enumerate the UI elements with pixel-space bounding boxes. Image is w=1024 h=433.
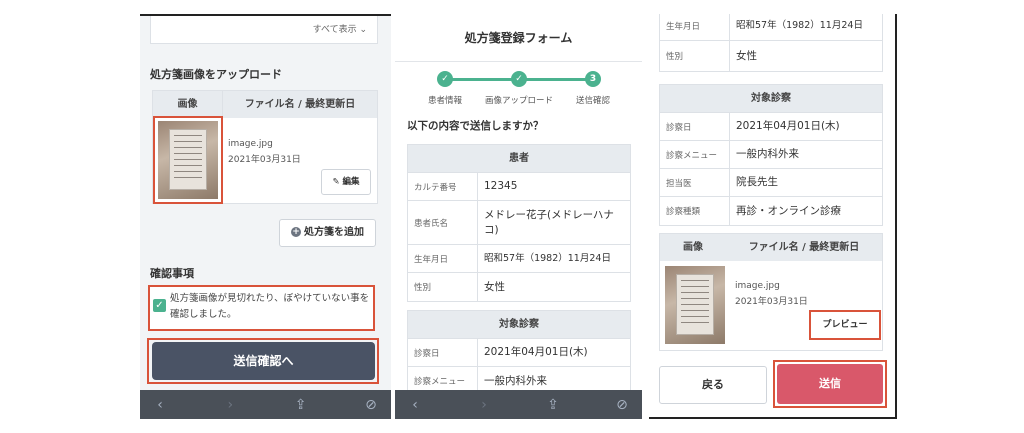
row-key: カルテ番号: [408, 173, 478, 200]
row-value: 昭和57年（1982）11月24日: [484, 253, 611, 264]
exam-table: 対象診察 診察日 2021年04月01日(木) 診察メニュー 一般内科外来: [407, 310, 631, 396]
table-row: 性別 女性: [408, 273, 630, 301]
table-row: 診察日 2021年04月01日(木): [660, 113, 882, 141]
step-connector: [448, 78, 518, 81]
send-button[interactable]: 送信: [777, 364, 883, 404]
patient-heading: 患者: [408, 145, 630, 173]
col-file-header: ファイル名 / 最終更新日: [748, 242, 860, 253]
prescription-photo: [158, 121, 218, 199]
col-image-header: 画像: [683, 242, 703, 253]
file-date: 2021年03月31日: [735, 297, 808, 307]
add-prescription-button[interactable]: + 処方箋を追加: [279, 219, 376, 247]
row-value: 2021年04月01日(木): [484, 346, 588, 358]
submit-confirm-button[interactable]: 送信確認へ: [152, 342, 375, 380]
exam-heading: 対象診察: [660, 85, 882, 113]
step-complete-icon: ✓: [511, 71, 527, 87]
confirm-screen-scrolled: 生年月日 昭和57年（1982）11月24日 性別 女性 対象診察 診察日 20…: [649, 14, 897, 419]
row-value: 12345: [484, 180, 518, 192]
back-button[interactable]: 戻る: [659, 366, 767, 404]
row-value: 院長先生: [736, 176, 778, 188]
row-value: 女性: [484, 280, 505, 293]
prescription-thumbnail[interactable]: [153, 116, 223, 204]
step-label: 送信確認: [575, 96, 610, 106]
confirmation-text: 処方箋画像が見切れたり、ぼやけていない事を確認しました。: [170, 293, 370, 320]
step-label: 画像アップロード: [484, 96, 553, 106]
confirm-screen: 処方箋登録フォーム ✓ ✓ 3 患者情報 画像アップロード 送信確認 以下の内容…: [395, 14, 642, 419]
exam-table: 対象診察 診察日 2021年04月01日(木) 診察メニュー 一般内科外来 担当…: [659, 84, 883, 226]
send-question: 以下の内容で送信しますか？: [407, 120, 544, 132]
preview-button[interactable]: プレビュー: [809, 310, 881, 340]
confirmation-checkbox-row[interactable]: ✓ 処方箋画像が見切れたり、ぼやけていない事を確認しました。: [148, 285, 375, 331]
table-header: 画像 ファイル名 / 最終更新日: [660, 234, 882, 261]
table-row: 診察日 2021年04月01日(木): [408, 339, 630, 367]
forward-arrow-icon[interactable]: ›: [222, 397, 238, 413]
table-row: 性別 女性: [660, 41, 882, 71]
row-key: 生年月日: [660, 14, 730, 40]
step-indicator: ✓ ✓ 3 患者情報 画像アップロード 送信確認: [395, 71, 642, 111]
file-name: image.jpg: [228, 139, 273, 149]
confirmation-title: 確認事項: [150, 267, 194, 280]
row-key: 担当医: [660, 169, 730, 196]
share-icon[interactable]: ⇪: [545, 397, 561, 413]
table-header: 画像 ファイル名 / 最終更新日: [153, 91, 377, 118]
show-all-link[interactable]: すべて表示 ⌄: [150, 16, 378, 44]
file-name: image.jpg: [735, 281, 780, 291]
row-key: 性別: [408, 273, 478, 301]
forward-arrow-icon[interactable]: ›: [476, 397, 492, 413]
row-key: 性別: [660, 41, 730, 71]
table-row: 生年月日 昭和57年（1982）11月24日: [408, 245, 630, 273]
form-title: 処方箋登録フォーム: [395, 14, 642, 62]
row-key: 診察メニュー: [660, 141, 730, 168]
back-arrow-icon[interactable]: ‹: [407, 397, 423, 413]
table-row: 患者氏名 メドレー花子(メドレーハナコ): [408, 201, 630, 245]
row-key: 生年月日: [408, 245, 478, 272]
row-key: 診察種類: [660, 197, 730, 225]
table-row: 生年月日 昭和57年（1982）11月24日: [660, 14, 882, 41]
patient-table: 患者 カルテ番号 12345 患者氏名 メドレー花子(メドレーハナコ) 生年月日…: [407, 144, 631, 302]
file-info: image.jpg 2021年03月31日: [228, 136, 301, 168]
patient-table-tail: 生年月日 昭和57年（1982）11月24日 性別 女性: [659, 14, 883, 72]
browser-toolbar: ‹ › ⇪ ⊘: [140, 390, 391, 419]
step-connector: [526, 78, 593, 81]
row-value: 女性: [736, 49, 757, 62]
step-complete-icon: ✓: [437, 71, 453, 87]
checkbox-checked-icon[interactable]: ✓: [153, 299, 166, 312]
row-value: 2021年04月01日(木): [736, 120, 840, 132]
share-icon[interactable]: ⇪: [293, 397, 309, 413]
upload-section-title: 処方箋画像をアップロード: [150, 68, 282, 81]
row-key: 診察日: [660, 113, 730, 140]
row-value: メドレー花子(メドレーハナコ): [484, 208, 614, 236]
row-value: 一般内科外来: [736, 148, 799, 160]
table-row: カルテ番号 12345: [408, 173, 630, 201]
back-arrow-icon[interactable]: ‹: [152, 397, 168, 413]
table-row: 担当医 院長先生: [660, 169, 882, 197]
browser-toolbar: ‹ › ⇪ ⊘: [395, 390, 642, 419]
file-date: 2021年03月31日: [228, 155, 301, 165]
col-file-header: ファイル名 / 最終更新日: [244, 99, 356, 110]
add-prescription-label: 処方箋を追加: [304, 227, 364, 238]
step-label: 患者情報: [427, 96, 462, 106]
row-key: 診察日: [408, 339, 478, 366]
compass-icon[interactable]: ⊘: [614, 397, 630, 413]
row-value: 一般内科外来: [484, 374, 547, 387]
prescription-photo[interactable]: [665, 266, 725, 344]
row-key: 患者氏名: [408, 201, 478, 244]
file-info: image.jpg 2021年03月31日: [735, 278, 808, 310]
row-value: 再診・オンライン診療: [736, 204, 841, 217]
table-row: 診察種類 再診・オンライン診療: [660, 197, 882, 225]
compass-icon[interactable]: ⊘: [363, 397, 379, 413]
plus-circle-icon: +: [291, 227, 301, 237]
table-row: 診察メニュー 一般内科外来: [660, 141, 882, 169]
exam-heading: 対象診察: [408, 311, 630, 339]
row-value: 昭和57年（1982）11月24日: [736, 20, 863, 31]
step-current-marker: 3: [585, 71, 601, 87]
col-image-header: 画像: [153, 91, 223, 118]
upload-screen: すべて表示 ⌄ 処方箋画像をアップロード 画像 ファイル名 / 最終更新日 im…: [140, 14, 391, 419]
edit-button[interactable]: ✎ 編集: [321, 169, 371, 195]
